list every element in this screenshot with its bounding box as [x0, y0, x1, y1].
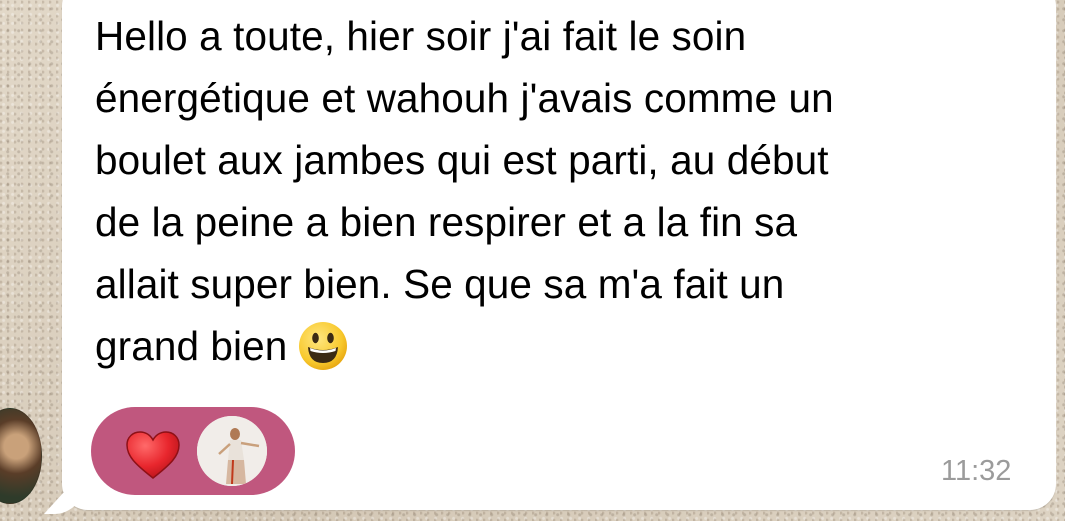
- reactions-pill[interactable]: [91, 407, 295, 495]
- message-timestamp: 11:32: [941, 455, 1012, 487]
- message-text: Hello a toute, hier soir j'ai fait le so…: [95, 5, 1035, 377]
- person-photo-icon: [197, 416, 267, 486]
- red-heart-icon: [126, 431, 180, 479]
- message-line: énergétique et wahouh j'avais comme un: [95, 75, 834, 121]
- message-line: allait super bien. Se que sa m'a fait un: [95, 261, 785, 307]
- message-line-last: grand bien: [95, 315, 1035, 377]
- grinning-face-icon: [299, 322, 348, 370]
- message-line: Hello a toute, hier soir j'ai fait le so…: [95, 13, 747, 59]
- message-line: de la peine a bien respirer et a la fin …: [95, 199, 798, 245]
- reactor-avatar[interactable]: [197, 416, 267, 486]
- sender-avatar[interactable]: [0, 408, 42, 504]
- message-line: grand bien: [95, 323, 288, 369]
- message-line: boulet aux jambes qui est parti, au débu…: [95, 137, 829, 183]
